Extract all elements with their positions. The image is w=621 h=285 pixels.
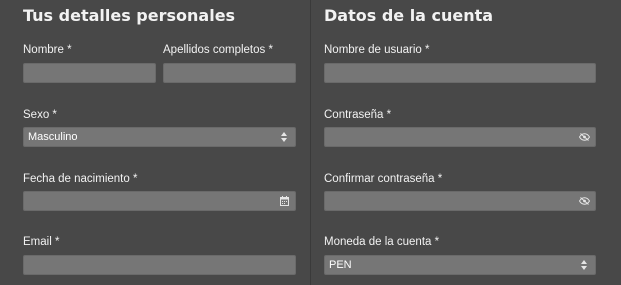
currency-select[interactable]: PEN xyxy=(324,255,596,275)
sort-arrows-icon xyxy=(578,256,590,274)
email-input[interactable] xyxy=(23,255,296,275)
registration-form: Tus detalles personales Nombre * Apellid… xyxy=(0,0,621,285)
email-label: Email * xyxy=(23,236,60,248)
username-label: Nombre de usuario * xyxy=(324,44,430,56)
eye-slash-icon[interactable] xyxy=(578,192,590,210)
confirm-password-input[interactable] xyxy=(324,191,596,211)
sex-select[interactable]: Masculino xyxy=(23,127,296,147)
surname-input[interactable] xyxy=(163,63,296,83)
sex-label: Sexo * xyxy=(23,109,57,121)
sort-arrows-icon xyxy=(278,128,290,146)
calendar-icon[interactable] xyxy=(278,192,290,210)
account-details-heading: Datos de la cuenta xyxy=(324,6,494,25)
name-input[interactable] xyxy=(23,63,156,83)
birthdate-input[interactable] xyxy=(23,191,296,211)
eye-slash-icon[interactable] xyxy=(578,128,590,146)
column-divider xyxy=(310,0,311,285)
password-input[interactable] xyxy=(324,127,596,147)
personal-details-heading: Tus detalles personales xyxy=(23,6,236,25)
surname-label: Apellidos completos * xyxy=(163,44,273,56)
name-label: Nombre * xyxy=(23,44,72,56)
currency-select-value: PEN xyxy=(329,259,352,271)
confirm-password-label: Confirmar contraseña * xyxy=(324,173,443,185)
password-label: Contraseña * xyxy=(324,109,392,121)
sex-select-value: Masculino xyxy=(28,131,78,143)
currency-label: Moneda de la cuenta * xyxy=(324,236,440,248)
birthdate-label: Fecha de nacimiento * xyxy=(23,173,138,185)
username-input[interactable] xyxy=(324,63,596,83)
